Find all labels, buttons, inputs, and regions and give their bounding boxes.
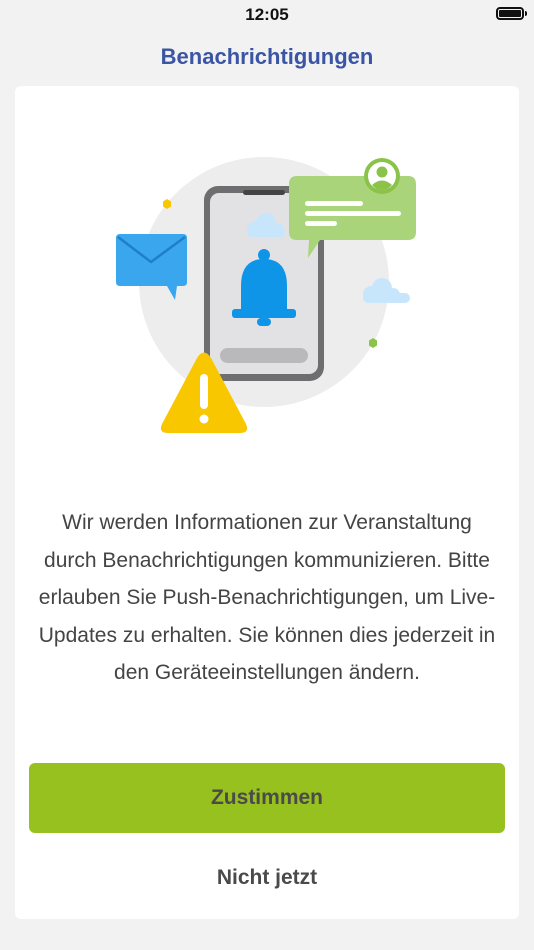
not-now-button[interactable]: Nicht jetzt (29, 856, 505, 900)
battery-icon (496, 7, 527, 20)
page-title: Benachrichtigungen (160, 44, 374, 69)
status-bar: 12:05 (0, 0, 534, 30)
status-time: 12:05 (245, 5, 289, 24)
notification-permission-card: Wir werden Informationen zur Veranstaltu… (15, 86, 519, 919)
notification-illustration (116, 157, 416, 433)
permission-description: Wir werden Informationen zur Veranstaltu… (38, 511, 496, 684)
avatar-icon (364, 158, 400, 194)
agree-button[interactable]: Zustimmen (29, 763, 505, 833)
